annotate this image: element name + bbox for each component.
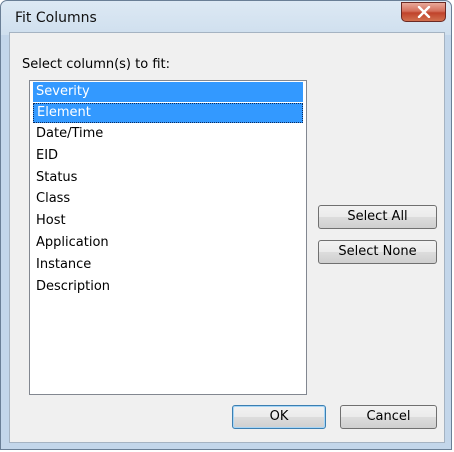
list-item-eid[interactable]: EID [33, 146, 303, 166]
ok-button[interactable]: OK [232, 405, 326, 429]
list-item-severity[interactable]: Severity [33, 82, 303, 102]
select-none-button[interactable]: Select None [318, 240, 437, 264]
window-title: Fit Columns [15, 10, 97, 26]
columns-listbox[interactable]: Severity Element Date/Time EID Status Cl… [29, 80, 307, 395]
close-icon [417, 6, 431, 18]
list-item-instance[interactable]: Instance [33, 255, 303, 275]
list-item-element[interactable]: Element [33, 103, 303, 123]
list-item-host[interactable]: Host [33, 211, 303, 231]
list-item-application[interactable]: Application [33, 233, 303, 253]
list-item-class[interactable]: Class [33, 189, 303, 209]
list-item-date-time[interactable]: Date/Time [33, 124, 303, 144]
list-item-description[interactable]: Description [33, 277, 303, 297]
cancel-button[interactable]: Cancel [340, 405, 437, 429]
select-columns-prompt: Select column(s) to fit: [22, 57, 170, 72]
list-item-status[interactable]: Status [33, 168, 303, 188]
select-all-button[interactable]: Select All [318, 205, 437, 229]
title-bar[interactable]: Fit Columns [1, 1, 451, 33]
close-button[interactable] [401, 2, 446, 22]
